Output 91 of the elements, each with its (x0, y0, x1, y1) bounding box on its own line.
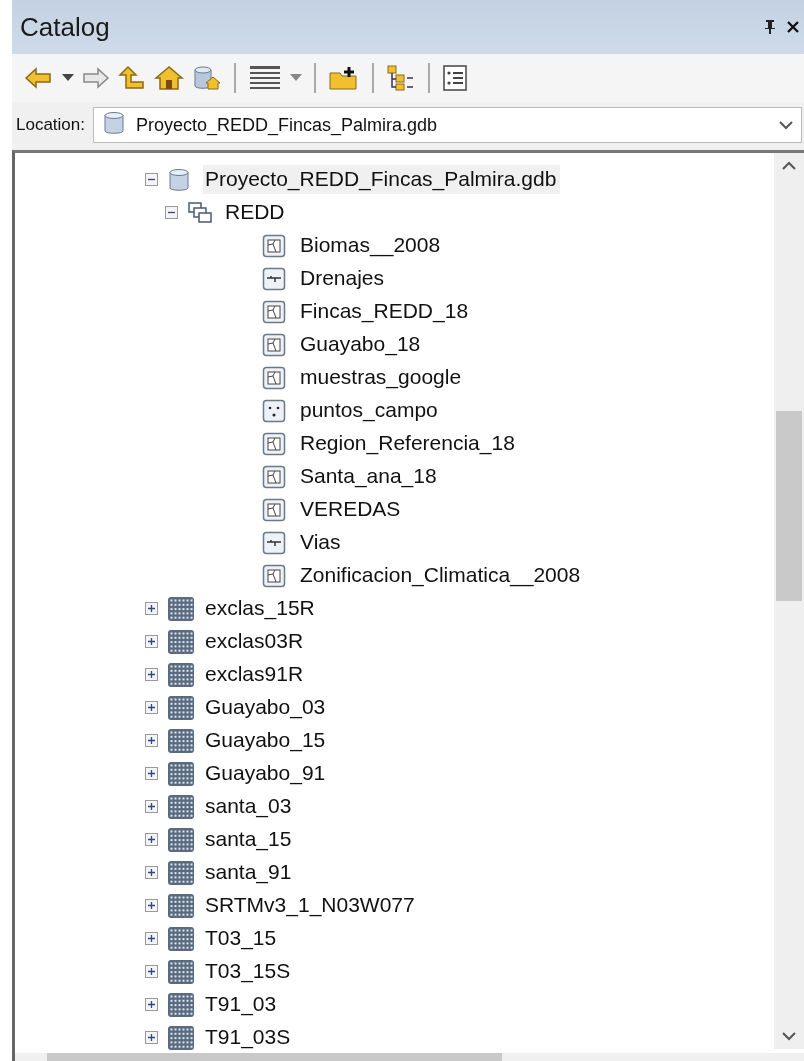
database-icon (102, 111, 126, 135)
raster-icon (167, 1024, 195, 1051)
tree-item[interactable]: Fincas_REDD_18 (298, 297, 473, 326)
polygon-layer-icon (262, 431, 286, 456)
polygon-layer-icon (262, 464, 286, 489)
database-home-icon[interactable] (192, 65, 222, 91)
raster-icon (167, 595, 195, 622)
horizontal-scrollbar-thumb[interactable] (47, 1053, 502, 1061)
scroll-up-icon[interactable] (782, 161, 796, 171)
tree-item[interactable]: Guayabo_03 (203, 693, 330, 722)
tree-item[interactable]: Zonificacion_Climatica__2008 (298, 561, 585, 590)
collapse-icon[interactable] (165, 206, 178, 219)
expand-icon[interactable] (145, 965, 158, 978)
tree-item[interactable]: T03_15 (203, 924, 281, 953)
expand-icon[interactable] (145, 767, 158, 780)
expand-icon[interactable] (145, 833, 158, 846)
polygon-layer-icon (262, 365, 286, 390)
polygon-layer-icon (262, 332, 286, 357)
raster-icon (167, 991, 195, 1018)
tree-item[interactable]: T03_15S (203, 957, 295, 986)
raster-icon (167, 727, 195, 754)
caret-icon[interactable] (62, 74, 74, 82)
expand-icon[interactable] (145, 899, 158, 912)
tree-item[interactable]: Guayabo_18 (298, 330, 425, 359)
tree-item[interactable]: Guayabo_91 (203, 759, 330, 788)
collapse-icon[interactable] (145, 173, 158, 186)
expand-icon[interactable] (145, 701, 158, 714)
expand-icon[interactable] (145, 932, 158, 945)
chevron-down-icon[interactable] (779, 120, 793, 130)
tree-item[interactable]: muestras_google (298, 363, 466, 392)
tree-item[interactable]: Proyecto_REDD_Fincas_Palmira.gdb (203, 165, 561, 194)
raster-icon (167, 793, 195, 820)
tree-item[interactable]: Vias (298, 528, 345, 557)
polygon-layer-icon (262, 497, 286, 522)
raster-icon (167, 628, 195, 655)
raster-icon (167, 694, 195, 721)
tree-item[interactable]: Biomas__2008 (298, 231, 445, 260)
raster-icon (167, 826, 195, 853)
back-arrow-icon[interactable] (24, 66, 54, 90)
vertical-scrollbar[interactable] (774, 153, 804, 1049)
connect-folder-icon[interactable] (328, 65, 360, 91)
tree-item[interactable]: exclas03R (203, 627, 308, 656)
tree-item[interactable]: Santa_ana_18 (298, 462, 441, 491)
scrollbar-thumb[interactable] (776, 411, 802, 601)
tree-item[interactable]: puntos_campo (298, 396, 442, 425)
polygon-layer-icon (262, 563, 286, 588)
tree-item[interactable]: T91_03S (203, 1023, 295, 1052)
raster-icon (167, 760, 195, 787)
line-layer-icon (262, 530, 286, 555)
expand-icon[interactable] (145, 734, 158, 747)
point-layer-icon (262, 398, 286, 423)
raster-icon (167, 859, 195, 886)
raster-icon (167, 925, 195, 952)
database-icon (167, 167, 191, 192)
tree-item[interactable]: Drenajes (298, 264, 389, 293)
expand-icon[interactable] (145, 866, 158, 879)
tree-item[interactable]: santa_03 (203, 792, 296, 821)
scroll-down-icon[interactable] (782, 1031, 796, 1041)
expand-icon[interactable] (145, 998, 158, 1011)
tree-item[interactable]: REDD (223, 198, 289, 227)
tree-item[interactable]: Region_Referencia_18 (298, 429, 519, 458)
expand-icon[interactable] (145, 668, 158, 681)
raster-icon (167, 661, 195, 688)
tree-item[interactable]: exclas91R (203, 660, 308, 689)
expand-icon[interactable] (145, 800, 158, 813)
line-layer-icon (262, 266, 286, 291)
window-title: Catalog (20, 11, 110, 43)
tree-view-icon[interactable] (386, 64, 416, 92)
tree-item[interactable]: VEREDAS (298, 495, 405, 524)
tree-item[interactable]: T91_03 (203, 990, 281, 1019)
tree-item[interactable]: Guayabo_15 (203, 726, 330, 755)
location-field[interactable]: Proyecto_REDD_Fincas_Palmira.gdb (93, 107, 802, 143)
expand-icon[interactable] (145, 635, 158, 648)
raster-icon (167, 958, 195, 985)
tree-item[interactable]: SRTMv3_1_N03W077 (203, 891, 419, 920)
home-icon[interactable] (154, 65, 184, 91)
forward-arrow-icon[interactable] (82, 66, 110, 90)
close-icon[interactable] (786, 20, 800, 34)
details-list-icon[interactable] (442, 64, 468, 92)
pin-icon[interactable] (764, 19, 776, 35)
raster-icon (167, 892, 195, 919)
tree-item[interactable]: exclas_15R (203, 594, 319, 623)
tree-item[interactable]: santa_15 (203, 825, 296, 854)
polygon-layer-icon (262, 233, 286, 258)
expand-icon[interactable] (145, 602, 158, 615)
polygon-layer-icon (262, 299, 286, 324)
tree-item[interactable]: santa_91 (203, 858, 296, 887)
up-arrow-icon[interactable] (118, 65, 146, 91)
expand-icon[interactable] (145, 1031, 158, 1044)
location-label: Location: (16, 115, 85, 135)
feature-dataset-icon (187, 200, 213, 225)
